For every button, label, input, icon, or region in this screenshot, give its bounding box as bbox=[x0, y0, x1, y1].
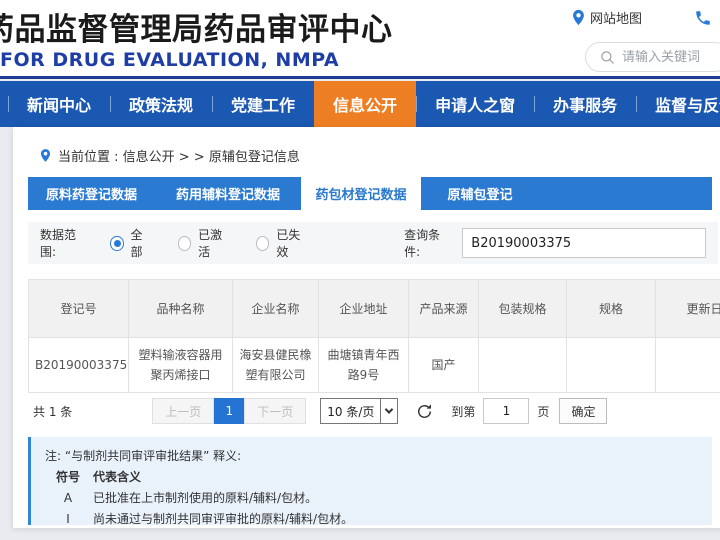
goto-unit: 页 bbox=[537, 403, 549, 420]
cell-update-date bbox=[656, 338, 720, 393]
breadcrumb-text: 当前位置 : 信息公开 > > 原辅包登记信息 bbox=[58, 146, 300, 165]
search-icon bbox=[600, 50, 615, 65]
cell-product-name: 塑料输液容器用聚丙烯接口 bbox=[129, 338, 233, 393]
col-packaging-spec: 包装规格 bbox=[479, 280, 567, 338]
col-company-name: 企业名称 bbox=[233, 280, 319, 338]
tab-registration[interactable]: 原辅包登记 bbox=[421, 177, 539, 210]
radio-all[interactable]: 全部 bbox=[110, 226, 151, 260]
col-update-date: 更新日期 bbox=[656, 280, 720, 338]
page: 药品监督管理局药品审评中心 FOR DRUG EVALUATION, NMPA … bbox=[0, 0, 720, 540]
cell-spec bbox=[567, 338, 656, 393]
page-number-button[interactable]: 1 bbox=[214, 398, 244, 424]
col-origin: 产品来源 bbox=[409, 280, 479, 338]
note-header-row: 符号 代表含义 bbox=[31, 467, 712, 488]
nav-item-policy[interactable]: 政策法规 bbox=[110, 81, 212, 127]
cell-company-address: 曲塘镇青年西路9号 bbox=[319, 338, 409, 393]
total-count: 共 1 条 bbox=[33, 403, 72, 420]
pagination: 共 1 条 上一页 1 下一页 10 条/页 到第 页 确定 bbox=[28, 397, 720, 425]
page-size-value: 10 条/页 bbox=[321, 403, 380, 420]
chevron-down-icon bbox=[380, 399, 397, 423]
site-header: 药品监督管理局药品审评中心 FOR DRUG EVALUATION, NMPA … bbox=[0, 0, 720, 76]
note-header-symbol: 符号 bbox=[51, 467, 85, 488]
cell-origin: 国产 bbox=[409, 338, 479, 393]
top-links: 网站地图 bbox=[572, 8, 720, 27]
site-subtitle: FOR DRUG EVALUATION, NMPA bbox=[0, 49, 339, 71]
radio-activated-label: 已激活 bbox=[198, 226, 230, 260]
location-pin-icon bbox=[572, 9, 585, 26]
tab-api-data[interactable]: 原料药登记数据 bbox=[28, 177, 155, 210]
page-size-select[interactable]: 10 条/页 bbox=[320, 398, 398, 424]
refresh-icon[interactable] bbox=[416, 403, 433, 420]
sitemap-link[interactable]: 网站地图 bbox=[572, 8, 642, 27]
cell-company-name: 海安县健民橡塑有限公司 bbox=[233, 338, 319, 393]
radio-expired-label: 已失效 bbox=[276, 226, 308, 260]
col-reg-no: 登记号 bbox=[29, 280, 129, 338]
filter-bar: 数据范围: 全部 已激活 已失效 查询条件: bbox=[28, 222, 718, 264]
nav-item-supervision[interactable]: 监督与反馈 bbox=[636, 81, 720, 127]
header-divider bbox=[0, 76, 720, 79]
scope-label: 数据范围: bbox=[40, 226, 88, 260]
note-symbol-a: A bbox=[51, 488, 85, 509]
col-spec: 规格 bbox=[567, 280, 656, 338]
prev-page-button[interactable]: 上一页 bbox=[152, 398, 214, 424]
breadcrumb: 当前位置 : 信息公开 > > 原辅包登记信息 bbox=[13, 127, 720, 169]
tab-packaging-data[interactable]: 药包材登记数据 bbox=[301, 177, 421, 210]
radio-all-circle[interactable] bbox=[110, 236, 123, 251]
note-item-a: A 已批准在上市制剂使用的原料/辅料/包材。 bbox=[31, 488, 712, 509]
data-tabs: 原料药登记数据 药用辅料登记数据 药包材登记数据 原辅包登记 bbox=[28, 177, 712, 210]
confirm-button[interactable]: 确定 bbox=[559, 398, 607, 424]
radio-expired-circle[interactable] bbox=[256, 236, 269, 251]
goto-label: 到第 bbox=[451, 403, 475, 420]
note-symbol-i: I bbox=[51, 509, 85, 530]
note-item-i: I 尚未通过与制剂共同审评审批的原料/辅料/包材。 bbox=[31, 509, 712, 530]
tab-excipient-data[interactable]: 药用辅料登记数据 bbox=[155, 177, 301, 210]
search-box bbox=[585, 42, 720, 72]
col-product-name: 品种名称 bbox=[129, 280, 233, 338]
query-input[interactable] bbox=[462, 228, 706, 258]
table-header-row: 登记号 品种名称 企业名称 企业地址 产品来源 包装规格 规格 更新日期 bbox=[29, 280, 720, 338]
content-card: 当前位置 : 信息公开 > > 原辅包登记信息 原料药登记数据 药用辅料登记数据… bbox=[13, 127, 720, 528]
col-company-address: 企业地址 bbox=[319, 280, 409, 338]
table-row: B20190003375 塑料输液容器用聚丙烯接口 海安县健民橡塑有限公司 曲塘… bbox=[29, 338, 720, 393]
note-intro: 注: “与制剂共同审评审批结果” 释义: bbox=[31, 446, 712, 467]
search-input[interactable] bbox=[622, 50, 720, 65]
query-label: 查询条件: bbox=[404, 226, 452, 260]
cell-reg-no: B20190003375 bbox=[29, 338, 129, 393]
radio-all-label: 全部 bbox=[131, 226, 152, 260]
note-meaning-a: 已批准在上市制剂使用的原料/辅料/包材。 bbox=[93, 488, 317, 509]
nav-item-applicant-window[interactable]: 申请人之窗 bbox=[416, 81, 534, 127]
note-box: 注: “与制剂共同审评审批结果” 释义: 符号 代表含义 A 已批准在上市制剂使… bbox=[28, 437, 712, 525]
scope-radio-group: 全部 已激活 已失效 bbox=[110, 226, 308, 260]
radio-activated[interactable]: 已激活 bbox=[178, 226, 230, 260]
results-table-wrap: 登记号 品种名称 企业名称 企业地址 产品来源 包装规格 规格 更新日期 B20… bbox=[28, 279, 720, 393]
next-page-button[interactable]: 下一页 bbox=[244, 398, 306, 424]
goto-page-input[interactable] bbox=[483, 398, 529, 424]
radio-activated-circle[interactable] bbox=[178, 236, 191, 251]
nav-item-services[interactable]: 办事服务 bbox=[534, 81, 636, 127]
breadcrumb-pin-icon bbox=[40, 148, 51, 163]
sitemap-label: 网站地图 bbox=[590, 8, 642, 27]
note-meaning-i: 尚未通过与制剂共同审评审批的原料/辅料/包材。 bbox=[93, 509, 353, 530]
nav-item-news[interactable]: 新闻中心 bbox=[8, 81, 110, 127]
results-table: 登记号 品种名称 企业名称 企业地址 产品来源 包装规格 规格 更新日期 B20… bbox=[28, 279, 720, 393]
nav-item-party[interactable]: 党建工作 bbox=[212, 81, 314, 127]
nav-item-info-disclosure[interactable]: 信息公开 bbox=[314, 81, 416, 127]
cell-packaging-spec bbox=[479, 338, 567, 393]
note-header-meaning: 代表含义 bbox=[93, 467, 141, 488]
phone-icon bbox=[694, 9, 720, 27]
main-nav: 新闻中心 政策法规 党建工作 信息公开 申请人之窗 办事服务 监督与反馈 bbox=[0, 81, 720, 127]
radio-expired[interactable]: 已失效 bbox=[256, 226, 308, 260]
site-title: 药品监督管理局药品审评中心 bbox=[0, 4, 393, 49]
